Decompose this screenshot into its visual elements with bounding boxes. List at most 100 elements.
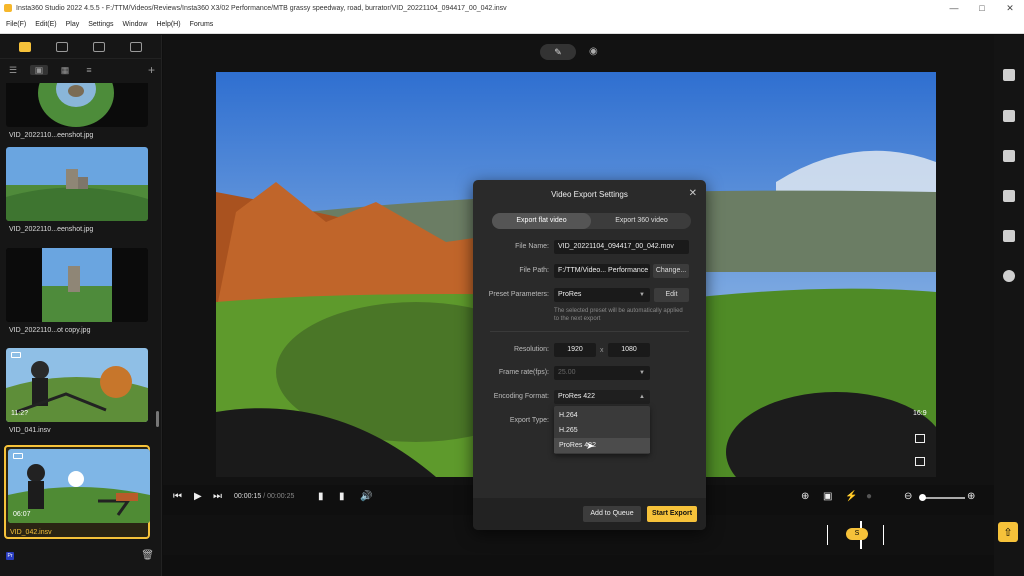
trim-in-icon[interactable]: ▮ bbox=[318, 491, 324, 502]
encoding-format-dropdown: H.264 H.265 ProRes 422 bbox=[554, 406, 650, 454]
clip-end-marker[interactable] bbox=[883, 525, 884, 545]
list-item[interactable]: 11:2? VID_041.insv bbox=[6, 348, 148, 440]
add-to-queue-button[interactable]: Add to Queue bbox=[583, 506, 641, 522]
library-scrollbar[interactable] bbox=[156, 411, 159, 427]
encoding-option-prores-422[interactable]: ProRes 422 bbox=[554, 438, 650, 453]
info-icon[interactable] bbox=[1003, 270, 1015, 282]
tab-export-360[interactable]: Export 360 video bbox=[592, 213, 691, 229]
large-thumb-view-icon[interactable]: ▣ bbox=[30, 65, 48, 75]
export-list-tab-icon[interactable] bbox=[130, 41, 143, 52]
frame-rate-select: 25.00 ▼ bbox=[554, 366, 650, 380]
encoding-option-h264[interactable]: H.264 bbox=[554, 408, 650, 423]
tab-export-flat[interactable]: Export flat video bbox=[492, 213, 591, 229]
change-path-button[interactable]: Change... bbox=[653, 264, 689, 278]
add-media-icon[interactable]: + bbox=[148, 63, 155, 77]
menu-edit[interactable]: Edit(E) bbox=[35, 21, 56, 28]
file-name-field[interactable]: VID_20221104_094417_00_042.mov bbox=[554, 240, 689, 254]
close-window-button[interactable]: ✕ bbox=[996, 0, 1024, 16]
camera-icon[interactable] bbox=[1003, 69, 1015, 81]
grid-view-icon[interactable]: ▦ bbox=[58, 65, 72, 75]
fullscreen-icon[interactable] bbox=[915, 457, 925, 466]
file-path-label: File Path: bbox=[519, 267, 549, 274]
time-display: 00:00:15 / 00:00:25 bbox=[234, 493, 294, 500]
app-logo-icon bbox=[4, 4, 12, 12]
resolution-label: Resolution: bbox=[513, 346, 549, 353]
zoom-in-icon[interactable]: ⊕ bbox=[967, 491, 975, 502]
eye-icon[interactable]: ◉ bbox=[589, 46, 598, 57]
clip-start-marker[interactable] bbox=[827, 525, 828, 545]
camera-files-tab-icon[interactable] bbox=[18, 41, 31, 52]
color-adjust-icon[interactable] bbox=[1003, 190, 1015, 202]
start-export-button[interactable]: Start Export bbox=[647, 506, 697, 522]
reframe-icon[interactable] bbox=[915, 434, 925, 443]
divider bbox=[490, 331, 689, 332]
menu-file[interactable]: File(F) bbox=[6, 21, 26, 28]
close-icon[interactable]: ✕ bbox=[689, 188, 697, 199]
edit-icon: ✎ bbox=[554, 46, 562, 57]
menu-bar: File(F) Edit(E) Play Settings Window Hel… bbox=[0, 16, 1024, 34]
import-tab-icon[interactable] bbox=[93, 41, 106, 52]
menu-forums[interactable]: Forums bbox=[190, 21, 214, 28]
chevron-up-icon: ▲ bbox=[639, 394, 645, 400]
menu-help[interactable]: Help(H) bbox=[156, 21, 180, 28]
thumbnail-name: VID_041.insv bbox=[9, 427, 51, 434]
speed-icon[interactable]: ⚡ bbox=[845, 491, 857, 502]
encoding-format-select[interactable]: ProRes 422 ▲ bbox=[554, 390, 650, 404]
frame-rate-value: 25.00 bbox=[558, 369, 576, 376]
edit-preset-button[interactable]: Edit bbox=[654, 288, 689, 302]
thumbnail-list[interactable]: VID_2022110...eenshot.jpg VID_2022110...… bbox=[0, 83, 162, 573]
clipboard-icon[interactable] bbox=[1003, 230, 1015, 242]
thumbnail-image: 06:07 bbox=[8, 449, 150, 523]
zoom-slider-handle[interactable] bbox=[919, 494, 926, 501]
thumbnail-image: 11:2? bbox=[6, 348, 148, 422]
time-separator: / bbox=[263, 493, 266, 500]
list-item[interactable]: VID_2022110...eenshot.jpg bbox=[6, 83, 148, 145]
keyframe-marker[interactable]: S bbox=[846, 528, 868, 540]
thumbnail-image bbox=[6, 248, 148, 322]
tracking-icon[interactable]: ▣ bbox=[823, 491, 832, 502]
folder-tab-icon[interactable] bbox=[55, 41, 68, 52]
play-icon[interactable]: ▶ bbox=[194, 491, 202, 502]
resolution-width-field[interactable]: 1920 bbox=[554, 343, 596, 357]
export-icon: ⇧ bbox=[1003, 526, 1013, 539]
dialog-footer: Add to Queue Start Export bbox=[473, 498, 706, 530]
window-title: Insta360 Studio 2022 4.5.5 - F:/TTM/Vide… bbox=[16, 4, 507, 12]
list-view-icon[interactable]: ≡ bbox=[82, 65, 96, 75]
encoding-option-h265[interactable]: H.265 bbox=[554, 423, 650, 438]
premiere-plugin-icon[interactable]: Pr bbox=[6, 552, 14, 560]
plugin-icon[interactable] bbox=[1003, 110, 1015, 122]
zoom-out-icon[interactable]: ⊖ bbox=[904, 491, 912, 502]
previous-frame-icon[interactable]: ⏮ bbox=[173, 491, 182, 502]
export-button[interactable]: ⇧ bbox=[998, 522, 1018, 542]
file-name-label: File Name: bbox=[515, 243, 549, 250]
stabilize-icon[interactable]: ● bbox=[866, 491, 872, 502]
video-effects-icon[interactable] bbox=[1003, 150, 1015, 162]
menu-settings[interactable]: Settings bbox=[88, 21, 113, 28]
thumbnail-image bbox=[6, 83, 148, 127]
trim-out-icon[interactable]: ▮ bbox=[339, 491, 345, 502]
add-keyframe-icon[interactable]: ⊕ bbox=[801, 491, 809, 502]
minimize-button[interactable]: — bbox=[940, 0, 968, 16]
list-item[interactable]: VID_2022110...ot copy.jpg bbox=[6, 248, 148, 340]
frame-rate-label: Frame rate(fps): bbox=[498, 369, 549, 376]
export-type-label: Export Type: bbox=[509, 417, 549, 424]
resolution-height-field[interactable]: 1080 bbox=[608, 343, 650, 357]
preset-value: ProRes bbox=[558, 291, 582, 298]
resolution-separator: x bbox=[600, 347, 604, 354]
volume-icon[interactable]: 🔊 bbox=[360, 491, 372, 502]
menu-window[interactable]: Window bbox=[123, 21, 148, 28]
edit-mode-toggle[interactable]: ✎ bbox=[540, 44, 576, 60]
list-item[interactable]: VID_2022110...eenshot.jpg bbox=[6, 147, 148, 239]
maximize-button[interactable]: □ bbox=[968, 0, 996, 16]
title-bar: Insta360 Studio 2022 4.5.5 - F:/TTM/Vide… bbox=[0, 0, 1024, 16]
aspect-ratio-label[interactable]: 16:9 bbox=[913, 410, 927, 417]
filter-icon[interactable]: ☰ bbox=[6, 65, 20, 75]
preset-select[interactable]: ProRes ▼ bbox=[554, 288, 650, 302]
export-mode-tabs: Export flat video Export 360 video bbox=[492, 213, 691, 229]
library-toolbar: ☰ ▣ ▦ ≡ + bbox=[0, 59, 161, 81]
next-frame-icon[interactable]: ⏭ bbox=[213, 491, 222, 502]
menu-play[interactable]: Play bbox=[66, 21, 80, 28]
trash-icon[interactable]: 🗑 bbox=[141, 550, 154, 561]
zoom-slider-track[interactable] bbox=[921, 497, 965, 499]
list-item-selected[interactable]: 06:07 VID_042.insv bbox=[4, 445, 150, 539]
